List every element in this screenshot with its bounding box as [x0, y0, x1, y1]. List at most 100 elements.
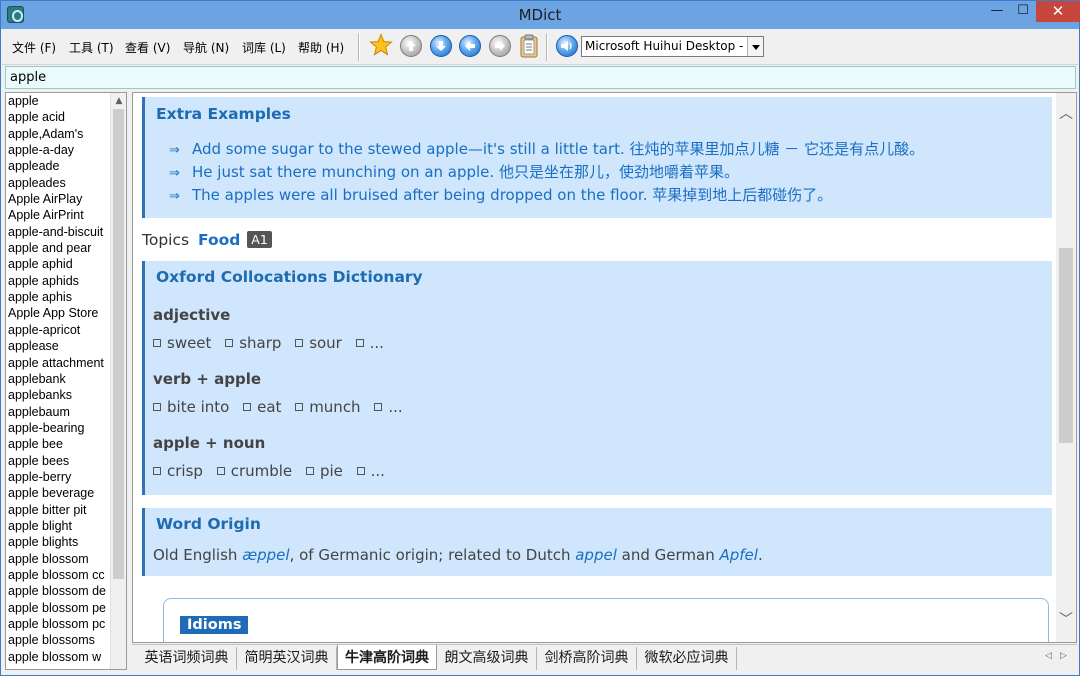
- word-list-item[interactable]: apple blossom cc: [6, 567, 112, 583]
- scroll-thumb[interactable]: [113, 109, 124, 579]
- maximize-button[interactable]: ☐: [1010, 1, 1036, 22]
- word-list-item[interactable]: appleade: [6, 158, 112, 174]
- menu-view[interactable]: 查看 (V): [125, 39, 170, 56]
- content-scrollbar[interactable]: ︿ ﹀: [1056, 93, 1076, 642]
- voice-select-value: Microsoft Huihui Desktop - C: [585, 39, 756, 53]
- title-bar: MDict — ☐ ✕: [1, 1, 1080, 29]
- word-list-item[interactable]: applebaum: [6, 404, 112, 420]
- topics-label: Topics: [142, 231, 190, 249]
- word-list-item[interactable]: apple blossom w: [6, 649, 112, 665]
- speaker-icon[interactable]: [556, 35, 578, 57]
- toolbar-separator: [546, 33, 548, 61]
- example-sentence: ⇒ The apples were all bruised after being…: [169, 186, 833, 204]
- word-list-item[interactable]: apple-and-biscuit: [6, 224, 112, 240]
- section-title: Word Origin: [156, 515, 261, 533]
- word-list-item[interactable]: apple blossom: [6, 551, 112, 567]
- forward-icon[interactable]: [430, 35, 452, 57]
- menu-tools[interactable]: 工具 (T): [69, 39, 114, 56]
- word-list-item[interactable]: apple attachment: [6, 355, 112, 371]
- word-list-item[interactable]: apple-apricot: [6, 322, 112, 338]
- collocations-section: Oxford Collocations Dictionary adjective…: [142, 261, 1052, 495]
- word-list-item[interactable]: Apple App Store: [6, 305, 112, 321]
- clipboard-icon[interactable]: [519, 34, 539, 58]
- mdict-window: MDict — ☐ ✕ 文件 (F) 工具 (T) 查看 (V) 导航 (N) …: [0, 0, 1080, 676]
- word-list-item[interactable]: apple-a-day: [6, 142, 112, 158]
- word-list-item[interactable]: applebanks: [6, 387, 112, 403]
- word-list-item[interactable]: apple blossom pc: [6, 616, 112, 632]
- collocation-heading: apple + noun: [153, 434, 266, 452]
- topic-link[interactable]: Food: [198, 231, 240, 249]
- tab-scroll-right-icon[interactable]: ▷: [1060, 651, 1067, 661]
- scroll-down-icon[interactable]: ﹀: [1059, 609, 1073, 629]
- word-list-item[interactable]: applease: [6, 338, 112, 354]
- arrow-icon: ⇒: [169, 143, 180, 158]
- favorite-star-icon[interactable]: [369, 33, 393, 57]
- word-list-item[interactable]: apple bitter pit: [6, 502, 112, 518]
- word-list-item[interactable]: apple aphis: [6, 289, 112, 305]
- tab-word-frequency[interactable]: 英语词频词典: [137, 647, 237, 670]
- extra-examples-section: Extra Examples ⇒ Add some sugar to the st…: [142, 97, 1052, 218]
- word-list-item[interactable]: apple blossoms: [6, 632, 112, 648]
- tab-scroll-left-icon[interactable]: ◁: [1045, 651, 1052, 661]
- window-title: MDict: [518, 6, 562, 24]
- dictionary-tabs: 英语词频词典 简明英汉词典 牛津高阶词典 朗文高级词典 剑桥高阶词典 微软必应词…: [132, 644, 1077, 670]
- word-list: apple apple acid apple,Adam's apple-a-day ap…: [5, 92, 127, 670]
- collocation-heading: verb + apple: [153, 370, 262, 388]
- word-list-item[interactable]: apple blossom de: [6, 583, 112, 599]
- word-list-item[interactable]: apple aphids: [6, 273, 112, 289]
- back-icon[interactable]: [400, 35, 422, 57]
- collocation-list: crisp crumble pie ...: [153, 462, 394, 480]
- menu-navigate[interactable]: 导航 (N): [183, 39, 229, 56]
- idioms-label[interactable]: Idioms: [180, 616, 249, 634]
- word-origin-section: Word Origin Old English æppel, of German…: [142, 508, 1052, 576]
- word-list-scrollbar[interactable]: ▲: [110, 93, 126, 669]
- topics-line: Topics Food A1: [142, 231, 272, 249]
- voice-select[interactable]: Microsoft Huihui Desktop - C: [581, 36, 764, 57]
- menu-help[interactable]: 帮助 (H): [298, 39, 344, 56]
- tab-longman-advanced[interactable]: 朗文高级词典: [437, 647, 537, 670]
- word-list-item[interactable]: apple aphid: [6, 256, 112, 272]
- word-list-item[interactable]: apple: [6, 93, 112, 109]
- word-list-item[interactable]: apple-berry: [6, 469, 112, 485]
- minimize-button[interactable]: —: [984, 1, 1010, 22]
- word-list-item[interactable]: Apple AirPlay: [6, 191, 112, 207]
- previous-icon[interactable]: [459, 35, 481, 57]
- word-list-item[interactable]: apple blight: [6, 518, 112, 534]
- word-list-item[interactable]: Apple AirPrint: [6, 207, 112, 223]
- close-button[interactable]: ✕: [1036, 1, 1080, 22]
- scroll-up-icon[interactable]: ︿: [1059, 103, 1073, 123]
- tab-oxford-advanced[interactable]: 牛津高阶词典: [337, 645, 437, 670]
- tab-cambridge-advanced[interactable]: 剑桥高阶词典: [537, 647, 637, 670]
- arrow-icon: ⇒: [169, 166, 180, 181]
- menu-library[interactable]: 词库 (L): [242, 39, 286, 56]
- arrow-icon: ⇒: [169, 189, 180, 204]
- collocation-heading: adjective: [153, 306, 231, 324]
- idioms-section: Idioms: [163, 598, 1049, 642]
- word-list-item[interactable]: apple beverage: [6, 485, 112, 501]
- tab-concise-en-cn[interactable]: 简明英汉词典: [237, 647, 337, 670]
- word-list-item[interactable]: apple blossom pe: [6, 600, 112, 616]
- word-list-item[interactable]: apple bee: [6, 436, 112, 452]
- search-input[interactable]: apple: [5, 66, 1076, 89]
- next-icon[interactable]: [489, 35, 511, 57]
- word-list-item[interactable]: applebank: [6, 371, 112, 387]
- toolbar-separator: [358, 33, 360, 61]
- word-list-item[interactable]: apple-bearing: [6, 420, 112, 436]
- word-list-item[interactable]: apple blights: [6, 534, 112, 550]
- word-origin-text: Old English æppel, of Germanic origin; r…: [153, 546, 763, 564]
- collocation-list: sweet sharp sour ...: [153, 334, 393, 352]
- collocation-list: bite into eat munch ...: [153, 398, 412, 416]
- section-title: Oxford Collocations Dictionary: [156, 268, 423, 286]
- scroll-up-icon[interactable]: ▲: [114, 96, 124, 106]
- word-list-item[interactable]: appleades: [6, 175, 112, 191]
- word-list-item[interactable]: apple,Adam's: [6, 126, 112, 142]
- scroll-thumb[interactable]: [1059, 248, 1073, 443]
- tab-bing-dictionary[interactable]: 微软必应词典: [637, 647, 737, 670]
- word-list-item[interactable]: apple acid: [6, 109, 112, 125]
- chevron-down-icon[interactable]: [747, 37, 763, 56]
- menu-file[interactable]: 文件 (F): [12, 39, 56, 56]
- word-list-item[interactable]: apple and pear: [6, 240, 112, 256]
- section-title: Extra Examples: [156, 105, 291, 123]
- definition-pane: Extra Examples ⇒ Add some sugar to the st…: [132, 92, 1077, 643]
- word-list-item[interactable]: apple bees: [6, 453, 112, 469]
